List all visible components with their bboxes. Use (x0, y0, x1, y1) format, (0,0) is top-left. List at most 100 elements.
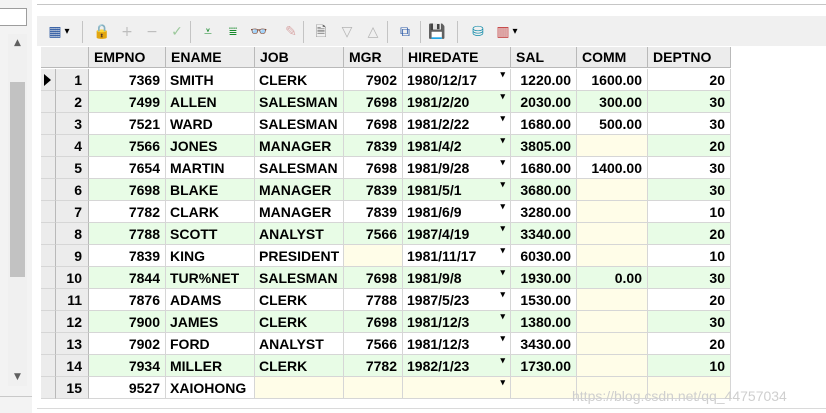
cell-deptno[interactable]: 30 (648, 91, 731, 113)
row-number[interactable]: 5 (56, 157, 89, 179)
cell-job[interactable]: MANAGER (255, 179, 344, 201)
column-header-job[interactable]: JOB (255, 47, 344, 68)
date-dropdown-icon[interactable]: ▾ (500, 356, 505, 365)
row-number[interactable]: 8 (56, 223, 89, 245)
cell-hiredate[interactable]: 1981/2/20 ▾ (403, 91, 511, 113)
column-header-empno[interactable]: EMPNO (89, 47, 166, 68)
row-number[interactable]: 4 (56, 135, 89, 157)
cell-deptno[interactable]: 20 (648, 289, 731, 311)
cell-deptno[interactable]: 30 (648, 311, 731, 333)
cell-ename[interactable]: CLARK (166, 201, 255, 223)
cell-mgr[interactable]: 7698 (344, 91, 403, 113)
column-header-comm[interactable]: COMM (577, 47, 648, 68)
cell-deptno[interactable]: 20 (648, 69, 731, 91)
cell-deptno[interactable]: 30 (648, 113, 731, 135)
cell-sal[interactable]: 2030.00 (511, 91, 577, 113)
cell-empno[interactable]: 7839 (89, 245, 166, 267)
cell-comm[interactable] (577, 355, 648, 377)
cell-mgr[interactable]: 7788 (344, 289, 403, 311)
table-row[interactable]: 14 7934 MILLER CLERK 7782 1982/1/23 ▾ 1730.00 10 (41, 355, 731, 377)
table-row[interactable]: 8 7788 SCOTT ANALYST 7566 1987/4/19 ▾ 3340.00 20 (41, 223, 731, 245)
date-dropdown-icon[interactable]: ▾ (500, 334, 505, 343)
cell-ename[interactable]: ALLEN (166, 91, 255, 113)
cell-ename[interactable]: MILLER (166, 355, 255, 377)
row-indicator[interactable] (41, 201, 56, 223)
cell-job[interactable]: MANAGER (255, 135, 344, 157)
cell-comm[interactable] (577, 201, 648, 223)
cell-comm[interactable] (577, 179, 648, 201)
cell-ename[interactable]: SCOTT (166, 223, 255, 245)
cell-job[interactable]: CLERK (255, 311, 344, 333)
row-indicator[interactable] (41, 289, 56, 311)
delete-record-icon[interactable]: − (142, 22, 162, 42)
cell-ename[interactable]: SMITH (166, 69, 255, 91)
cell-comm[interactable]: 0.00 (577, 267, 648, 289)
cell-sal[interactable]: 3680.00 (511, 179, 577, 201)
tree-view-icon[interactable]: ⧉ (395, 22, 415, 42)
table-row[interactable]: 6 7698 BLAKE MANAGER 7839 1981/5/1 ▾ 3680.00 30 (41, 179, 731, 201)
save-disk-icon[interactable]: 💾 (427, 22, 447, 42)
row-number[interactable]: 6 (56, 179, 89, 201)
cell-mgr[interactable]: 7698 (344, 267, 403, 289)
cell-deptno[interactable]: 10 (648, 245, 731, 267)
cell-mgr[interactable]: 7698 (344, 311, 403, 333)
row-indicator[interactable] (41, 377, 56, 399)
cell-job[interactable]: SALESMAN (255, 157, 344, 179)
cell-sal[interactable]: 1220.00 (511, 69, 577, 91)
row-number[interactable]: 14 (56, 355, 89, 377)
cell-mgr[interactable]: 7782 (344, 355, 403, 377)
column-header-ename[interactable]: ENAME (166, 47, 255, 68)
cell-deptno[interactable]: 10 (648, 355, 731, 377)
cell-mgr[interactable] (344, 377, 403, 399)
cell-empno[interactable]: 7499 (89, 91, 166, 113)
cell-sal[interactable]: 1730.00 (511, 355, 577, 377)
clear-eraser-icon[interactable]: ✎ (281, 22, 301, 42)
cell-ename[interactable]: ADAMS (166, 289, 255, 311)
find-binoculars-icon[interactable]: 👓 (249, 22, 269, 42)
cell-deptno[interactable]: 20 (648, 135, 731, 157)
cell-comm[interactable] (577, 223, 648, 245)
cell-job[interactable]: SALESMAN (255, 267, 344, 289)
column-header-mgr[interactable]: MGR (344, 47, 403, 68)
cell-hiredate[interactable]: 1981/9/28 ▾ (403, 157, 511, 179)
cell-sal[interactable]: 3280.00 (511, 201, 577, 223)
cell-ename[interactable]: JAMES (166, 311, 255, 333)
cell-hiredate[interactable]: 1981/4/2 ▾ (403, 135, 511, 157)
cell-empno[interactable]: 7844 (89, 267, 166, 289)
cell-empno[interactable]: 7654 (89, 157, 166, 179)
date-dropdown-icon[interactable]: ▾ (500, 114, 505, 123)
table-row[interactable]: 10 7844 TUR%NET SALESMAN 7698 1981/9/8 ▾ 1930.0… (41, 267, 731, 289)
table-row[interactable]: 3 7521 WARD SALESMAN 7698 1981/2/22 ▾ 1680.00 50… (41, 113, 731, 135)
cell-comm[interactable] (577, 245, 648, 267)
cell-sal[interactable] (511, 377, 577, 399)
cell-job[interactable]: ANALYST (255, 333, 344, 355)
cell-deptno[interactable]: 30 (648, 267, 731, 289)
row-number[interactable]: 2 (56, 91, 89, 113)
cell-empno[interactable]: 7900 (89, 311, 166, 333)
row-number[interactable]: 15 (56, 377, 89, 399)
cell-deptno[interactable]: 10 (648, 201, 731, 223)
cell-hiredate[interactable]: 1981/9/8 ▾ (403, 267, 511, 289)
cell-ename[interactable]: KING (166, 245, 255, 267)
cell-job[interactable]: ANALYST (255, 223, 344, 245)
cell-comm[interactable] (577, 333, 648, 355)
dropdown-arrow-icon[interactable]: ▾ (62, 22, 72, 42)
row-number[interactable]: 11 (56, 289, 89, 311)
row-number[interactable]: 3 (56, 113, 89, 135)
date-dropdown-icon[interactable]: ▾ (500, 268, 505, 277)
table-row[interactable]: 13 7902 FORD ANALYST 7566 1981/12/3 ▾ 3430.00 20 (41, 333, 731, 355)
lock-icon[interactable]: 🔒 (92, 22, 112, 42)
cell-hiredate[interactable]: 1982/1/23 ▾ (403, 355, 511, 377)
next-record-icon[interactable]: ⩡ (198, 22, 218, 42)
cell-mgr[interactable]: 7839 (344, 179, 403, 201)
cell-deptno[interactable]: 30 (648, 179, 731, 201)
row-number[interactable]: 12 (56, 311, 89, 333)
cell-deptno[interactable]: 20 (648, 333, 731, 355)
cell-job[interactable]: SALESMAN (255, 91, 344, 113)
cell-hiredate[interactable]: 1981/12/3 ▾ (403, 333, 511, 355)
cell-sal[interactable]: 1930.00 (511, 267, 577, 289)
cell-empno[interactable]: 9527 (89, 377, 166, 399)
cell-sal[interactable]: 1530.00 (511, 289, 577, 311)
date-dropdown-icon[interactable]: ▾ (500, 70, 505, 79)
left-panel-scrollbar[interactable]: ▲ ▼ (8, 34, 27, 386)
